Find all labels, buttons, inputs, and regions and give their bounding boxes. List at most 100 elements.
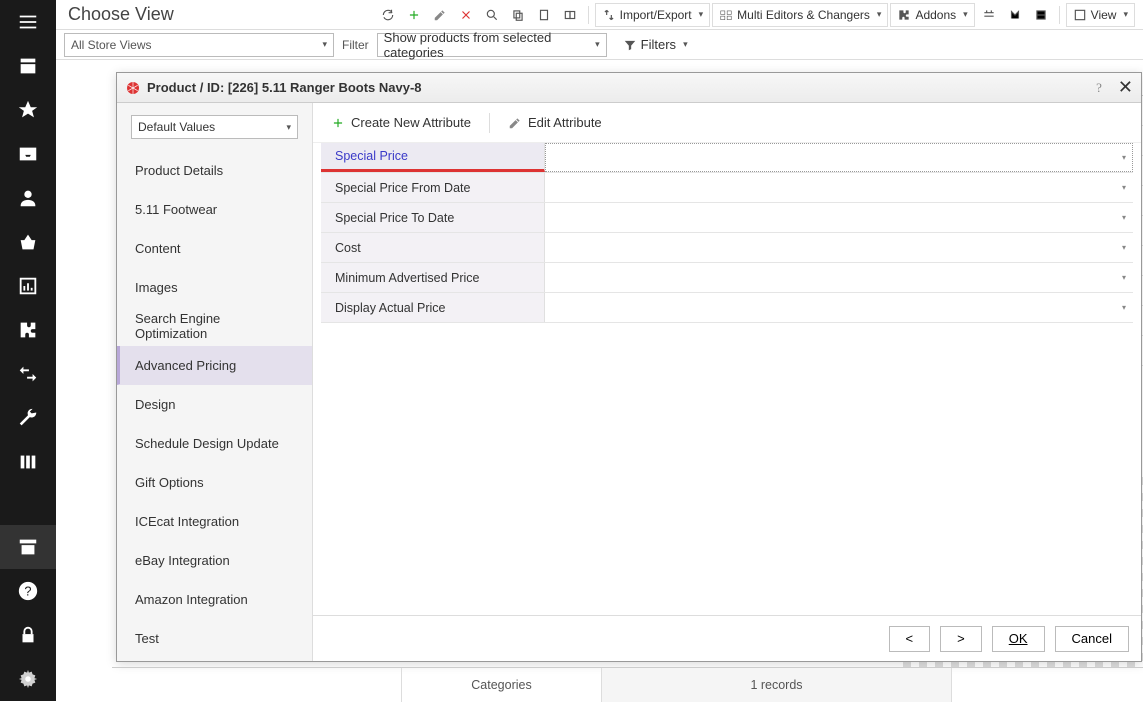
inbox-icon[interactable] — [0, 132, 56, 176]
next-button[interactable]: > — [940, 626, 982, 652]
attribute-value-input[interactable] — [545, 173, 1133, 202]
sidebar-item[interactable]: Advanced Pricing — [117, 346, 312, 385]
categories-cell[interactable]: Categories — [402, 668, 602, 702]
edit-icon[interactable] — [428, 3, 452, 27]
sidebar-item[interactable]: Schedule Design Update — [117, 424, 312, 463]
page-icon[interactable] — [532, 3, 556, 27]
attribute-value-input[interactable] — [545, 263, 1133, 292]
filter-select[interactable]: Show products from selected categories — [377, 33, 607, 57]
filter-select-value: Show products from selected categories — [384, 30, 600, 60]
sidebar-item[interactable]: Amazon Integration — [117, 580, 312, 619]
user-icon[interactable] — [0, 176, 56, 220]
modal-content: Create New Attribute Edit Attribute Spec… — [313, 103, 1141, 661]
sidebar-item[interactable]: Gift Options — [117, 463, 312, 502]
gear-icon[interactable] — [0, 657, 56, 701]
attribute-label[interactable]: Minimum Advertised Price — [321, 263, 545, 292]
cancel-button[interactable]: Cancel — [1055, 626, 1129, 652]
puzzle-icon[interactable] — [0, 308, 56, 352]
store-select-value: All Store Views — [71, 38, 151, 52]
basket-icon[interactable] — [0, 220, 56, 264]
product-modal: Product / ID: [226] 5.11 Ranger Boots Na… — [116, 72, 1142, 662]
attribute-grid: Special PriceSpecial Price From DateSpec… — [313, 143, 1141, 615]
duplicate-icon[interactable] — [558, 3, 582, 27]
attribute-value-input[interactable] — [545, 143, 1133, 172]
records-cell: 1 records — [602, 668, 952, 702]
multi-editors-menu[interactable]: Multi Editors & Changers — [712, 3, 888, 27]
sidebar-item[interactable]: Product Details — [117, 151, 312, 190]
sidebar-item[interactable]: Design — [117, 385, 312, 424]
edit-attribute-button[interactable]: Edit Attribute — [502, 111, 608, 134]
attribute-label[interactable]: Special Price To Date — [321, 203, 545, 232]
attribute-toolbar: Create New Attribute Edit Attribute — [313, 103, 1141, 143]
addons-label: Addons — [915, 8, 956, 22]
modal-help-icon[interactable]: ? — [1096, 80, 1102, 96]
search-icon[interactable] — [480, 3, 504, 27]
columns-icon[interactable] — [0, 440, 56, 484]
attribute-label[interactable]: Display Actual Price — [321, 293, 545, 322]
attribute-value-input[interactable] — [545, 233, 1133, 262]
grid-tool-2-icon[interactable] — [1003, 3, 1027, 27]
star-icon[interactable] — [0, 88, 56, 132]
default-values-select[interactable]: Default Values — [131, 115, 298, 139]
refresh-icon[interactable] — [376, 3, 400, 27]
filters-button-label: Filters — [641, 37, 676, 52]
delete-icon[interactable] — [454, 3, 478, 27]
default-values-label: Default Values — [138, 120, 215, 134]
modal-titlebar: Product / ID: [226] 5.11 Ranger Boots Na… — [117, 73, 1141, 103]
attribute-row: Special Price From Date — [321, 173, 1133, 203]
copy-icon[interactable] — [506, 3, 530, 27]
archive-icon[interactable] — [0, 525, 56, 569]
help-icon[interactable]: ? — [0, 569, 56, 613]
product-icon — [125, 80, 141, 96]
prev-button[interactable]: < — [889, 626, 931, 652]
filter-row: All Store Views Filter Show products fro… — [56, 30, 1143, 60]
sidebar-item[interactable]: Images — [117, 268, 312, 307]
import-export-menu[interactable]: Import/Export — [595, 3, 711, 27]
toolbar-separator — [489, 113, 490, 133]
sidebar-item[interactable]: eBay Integration — [117, 541, 312, 580]
bottom-bar: Categories 1 records — [112, 667, 1143, 701]
attribute-value-input[interactable] — [545, 203, 1133, 232]
lock-icon[interactable] — [0, 613, 56, 657]
addons-menu[interactable]: Addons — [890, 3, 974, 27]
bottom-left-cell — [112, 668, 402, 702]
wrench-icon[interactable] — [0, 396, 56, 440]
view-menu[interactable]: View — [1066, 3, 1135, 27]
sidebar-item[interactable]: Content — [117, 229, 312, 268]
create-attribute-label: Create New Attribute — [351, 115, 471, 130]
edit-attribute-label: Edit Attribute — [528, 115, 602, 130]
sidebar-item[interactable]: Test — [117, 619, 312, 658]
attribute-label[interactable]: Cost — [321, 233, 545, 262]
attribute-row: Minimum Advertised Price — [321, 263, 1133, 293]
modal-title: Product / ID: [226] 5.11 Ranger Boots Na… — [147, 80, 422, 95]
modal-footer: < > OK Cancel — [313, 615, 1141, 661]
add-icon[interactable] — [402, 3, 426, 27]
close-icon[interactable]: ✕ — [1118, 77, 1133, 98]
chart-icon[interactable] — [0, 264, 56, 308]
sidebar-item[interactable]: Search Engine Optimization — [117, 307, 312, 346]
menu-icon[interactable] — [0, 0, 56, 44]
grid-tool-3-icon[interactable] — [1029, 3, 1053, 27]
create-attribute-button[interactable]: Create New Attribute — [325, 111, 477, 134]
modal-sidebar: Default Values Product Details5.11 Footw… — [117, 103, 313, 661]
left-rail: ? — [0, 0, 56, 701]
attribute-row: Special Price — [321, 143, 1133, 173]
view-label: View — [1091, 8, 1117, 22]
svg-text:?: ? — [24, 584, 31, 599]
multi-editors-label: Multi Editors & Changers — [737, 8, 870, 22]
attribute-value-input[interactable] — [545, 293, 1133, 322]
sidebar-item[interactable]: ICEcat Integration — [117, 502, 312, 541]
sidebar-item[interactable]: 5.11 Footwear — [117, 190, 312, 229]
filters-button[interactable]: Filters — [615, 33, 696, 57]
attribute-label[interactable]: Special Price From Date — [321, 173, 545, 202]
top-header: Choose View Import/Export Multi Editors … — [56, 0, 1143, 30]
import-export-label: Import/Export — [620, 8, 692, 22]
grid-tool-1-icon[interactable] — [977, 3, 1001, 27]
main-area: Choose View Import/Export Multi Editors … — [56, 0, 1143, 701]
attribute-row: Cost — [321, 233, 1133, 263]
store-select[interactable]: All Store Views — [64, 33, 334, 57]
attribute-label[interactable]: Special Price — [321, 143, 545, 172]
store-icon[interactable] — [0, 44, 56, 88]
sync-icon[interactable] — [0, 352, 56, 396]
ok-button[interactable]: OK — [992, 626, 1045, 652]
